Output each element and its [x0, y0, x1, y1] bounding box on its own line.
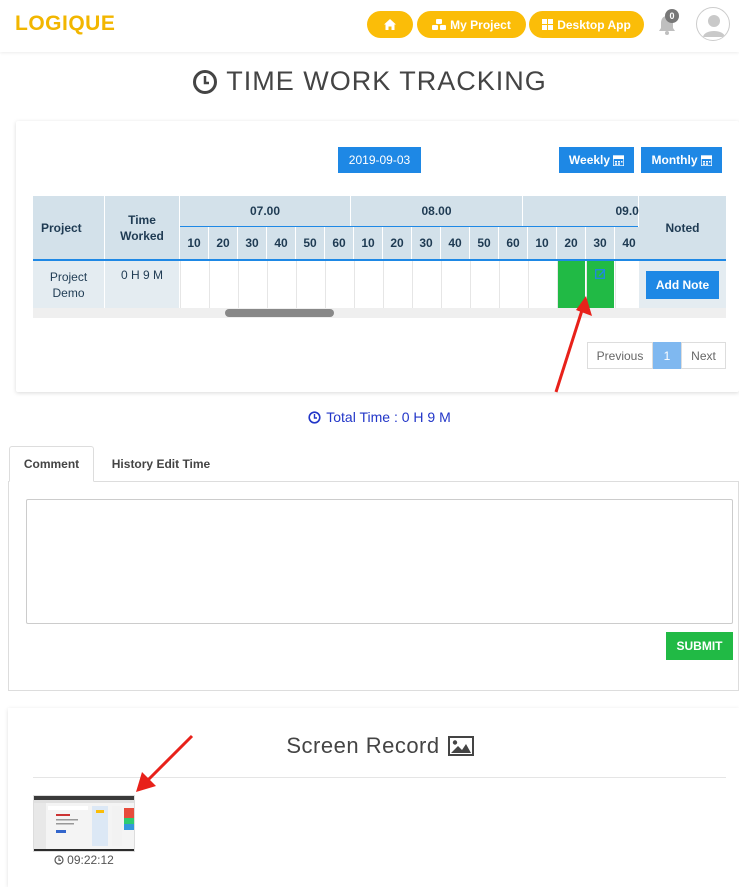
- time-slot: [238, 261, 266, 308]
- total-time-text: Total Time : 0 H 9 M: [326, 409, 451, 425]
- time-slot: [528, 261, 556, 308]
- screen-record-title: Screen Record: [0, 733, 739, 759]
- calendar-icon: [613, 154, 625, 166]
- noted-cell: Add Note: [639, 261, 726, 308]
- minute-header: 40: [615, 227, 643, 259]
- scrollbar-thumb[interactable]: [225, 309, 334, 317]
- page-title-text: TIME WORK TRACKING: [226, 66, 547, 96]
- time-slot: [354, 261, 382, 308]
- time-slot: [383, 261, 411, 308]
- desktop-app-label: Desktop App: [557, 17, 631, 32]
- minute-header: 10: [180, 227, 208, 259]
- page-1-button[interactable]: 1: [653, 342, 681, 369]
- minute-header: 50: [470, 227, 498, 259]
- time-slot: [325, 261, 353, 308]
- minute-header: 40: [267, 227, 295, 259]
- minute-header: 40: [441, 227, 469, 259]
- time-slot: [296, 261, 324, 308]
- weekly-label: Weekly: [568, 153, 611, 167]
- next-page-button[interactable]: Next: [681, 342, 726, 369]
- notification-badge: 0: [665, 9, 679, 23]
- minute-header: 20: [557, 227, 585, 259]
- clock-icon: [308, 410, 321, 424]
- minute-header: 10: [354, 227, 382, 259]
- app-logo[interactable]: LOGIQUE: [15, 12, 115, 36]
- comment-textarea[interactable]: [26, 499, 733, 624]
- page-title: TIME WORK TRACKING: [0, 66, 739, 97]
- desktop-app-button[interactable]: Desktop App: [529, 11, 644, 38]
- clock-icon: [54, 855, 64, 865]
- divider: [33, 777, 726, 778]
- minute-header: 10: [528, 227, 556, 259]
- home-icon: [384, 19, 396, 30]
- time-slot: [499, 261, 527, 308]
- minute-header: 20: [209, 227, 237, 259]
- screen-record-title-text: Screen Record: [286, 733, 440, 758]
- minute-header: 60: [499, 227, 527, 259]
- add-note-button[interactable]: Add Note: [646, 270, 719, 299]
- horizontal-scrollbar[interactable]: [33, 308, 726, 318]
- total-time: Total Time : 0 H 9 M: [0, 409, 739, 425]
- project-column-header: Project: [33, 196, 104, 259]
- monthly-button[interactable]: Monthly: [641, 147, 722, 173]
- screen-record-time: 09:22:12: [33, 853, 135, 867]
- noted-column-header: Noted: [639, 196, 726, 259]
- tab-comment[interactable]: Comment: [9, 446, 94, 482]
- minute-header: 60: [325, 227, 353, 259]
- image-icon: [447, 736, 474, 756]
- windows-icon: [542, 19, 554, 30]
- edit-icon[interactable]: [595, 268, 606, 279]
- my-project-button[interactable]: My Project: [417, 11, 526, 38]
- time-worked-cell: 0 H 9 M: [105, 261, 179, 308]
- hour-header: 07.00: [180, 196, 350, 226]
- home-button[interactable]: [367, 11, 413, 38]
- time-slot: [470, 261, 498, 308]
- submit-button[interactable]: SUBMIT: [666, 632, 733, 660]
- screen-record-time-text: 09:22:12: [67, 853, 114, 867]
- screenshot-thumbnail-image: [34, 796, 134, 851]
- previous-page-button[interactable]: Previous: [587, 342, 653, 369]
- minute-header: 30: [412, 227, 440, 259]
- avatar[interactable]: [696, 7, 730, 41]
- screen-record-thumbnail[interactable]: [33, 795, 135, 852]
- date-picker-button[interactable]: 2019-09-03: [338, 147, 421, 173]
- minute-header: 50: [296, 227, 324, 259]
- project-cell: Project Demo: [33, 261, 104, 308]
- cubes-icon: [432, 18, 447, 30]
- time-worked-column-header: Time Worked: [105, 196, 179, 259]
- calendar-icon: [700, 154, 712, 166]
- minute-header: 30: [238, 227, 266, 259]
- time-slot: [412, 261, 440, 308]
- minute-header: 20: [383, 227, 411, 259]
- time-slot: [267, 261, 295, 308]
- time-slot: [441, 261, 469, 308]
- time-grid: Project Time Worked 07.00 08.00 09.00 No…: [33, 196, 726, 308]
- time-slot: [209, 261, 237, 308]
- minute-header: 30: [586, 227, 614, 259]
- clock-icon: [193, 69, 218, 94]
- hour-header: 09.00: [523, 196, 646, 226]
- hour-header: 08.00: [351, 196, 522, 226]
- time-slot: [180, 261, 208, 308]
- tab-history-edit-time[interactable]: History Edit Time: [100, 446, 222, 482]
- weekly-button[interactable]: Weekly: [559, 147, 634, 173]
- time-slot-active[interactable]: [557, 261, 585, 308]
- monthly-label: Monthly: [651, 153, 698, 167]
- my-project-label: My Project: [450, 17, 511, 32]
- time-slot-active[interactable]: [586, 261, 614, 308]
